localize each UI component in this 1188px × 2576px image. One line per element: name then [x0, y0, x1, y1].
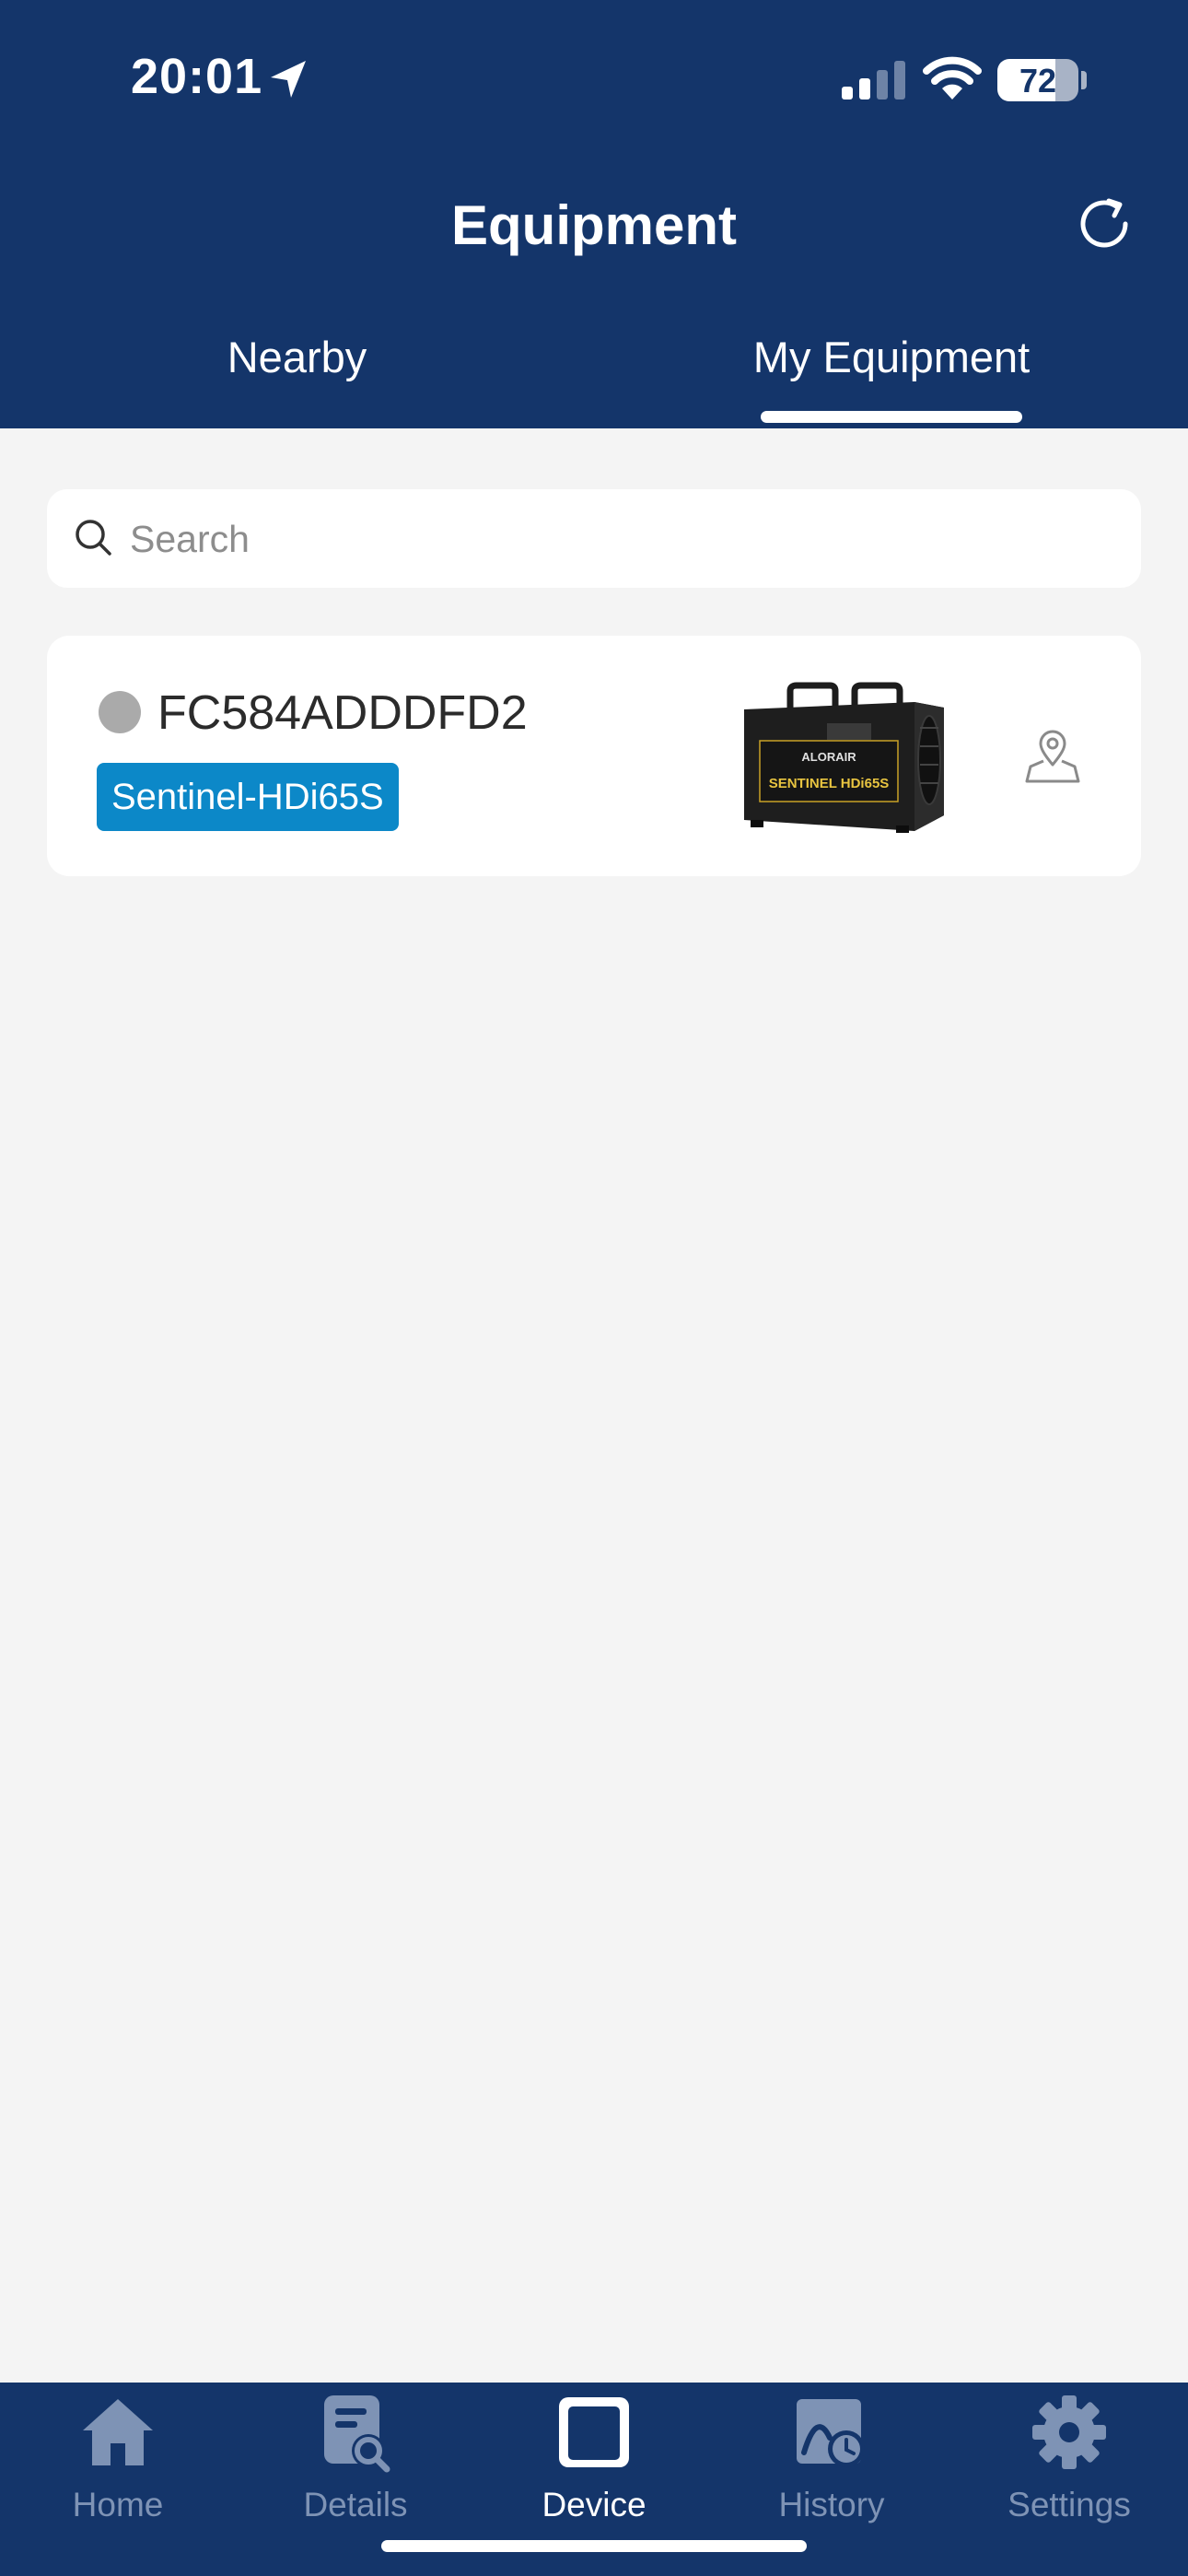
device-status-indicator	[99, 691, 141, 733]
cellular-signal-icon	[842, 61, 905, 100]
battery-nub	[1081, 71, 1087, 89]
battery-icon: 72	[997, 59, 1078, 101]
wifi-icon	[923, 56, 982, 100]
device-model-badge: Sentinel-HDi65S	[97, 763, 399, 831]
device-id: FC584ADDDFD2	[157, 686, 528, 740]
tabbar-home-label: Home	[72, 2486, 164, 2523]
active-tab-indicator	[761, 411, 1022, 423]
page-title: Equipment	[451, 194, 737, 256]
dehumidifier-device-image: ALORAIR SENTINEL HDi65S	[744, 682, 944, 833]
gear-icon	[1032, 2395, 1106, 2469]
device-icon	[559, 2397, 629, 2467]
tab-nearby[interactable]: Nearby	[152, 332, 442, 382]
status-time: 20:01	[131, 49, 263, 104]
tabbar-settings-label: Settings	[1007, 2486, 1131, 2523]
search-bar[interactable]	[47, 489, 1141, 590]
details-search-icon	[324, 2395, 390, 2473]
tab-my-equipment[interactable]: My Equipment	[707, 332, 1076, 382]
map-pin-icon[interactable]	[1023, 728, 1082, 787]
refresh-icon[interactable]	[1072, 192, 1136, 256]
app-header: 20:01 72 Equipment Nearby My Equipment	[0, 0, 1188, 428]
tabbar-device[interactable]: Device	[502, 2383, 686, 2548]
search-input[interactable]	[128, 489, 1108, 590]
tabbar-details[interactable]: Details	[263, 2383, 448, 2548]
home-indicator	[381, 2540, 807, 2552]
location-arrow-icon	[271, 61, 306, 98]
tabbar-home[interactable]: Home	[26, 2383, 210, 2548]
tabbar-details-label: Details	[303, 2486, 408, 2523]
battery-level: 72	[1019, 62, 1057, 100]
device-image-brand: ALORAIR	[801, 750, 856, 764]
home-icon	[83, 2399, 153, 2465]
device-image-label: SENTINEL HDi65S	[769, 776, 890, 791]
tabbar-device-label: Device	[542, 2486, 646, 2523]
search-icon	[76, 520, 111, 556]
history-chart-icon	[797, 2399, 865, 2467]
tabbar-history-label: History	[778, 2486, 885, 2523]
tabbar-history[interactable]: History	[740, 2383, 924, 2548]
device-card[interactable]: FC584ADDDFD2 Sentinel-HDi65S ALORAIR SEN…	[47, 636, 1141, 876]
tabbar-settings[interactable]: Settings	[977, 2383, 1161, 2548]
